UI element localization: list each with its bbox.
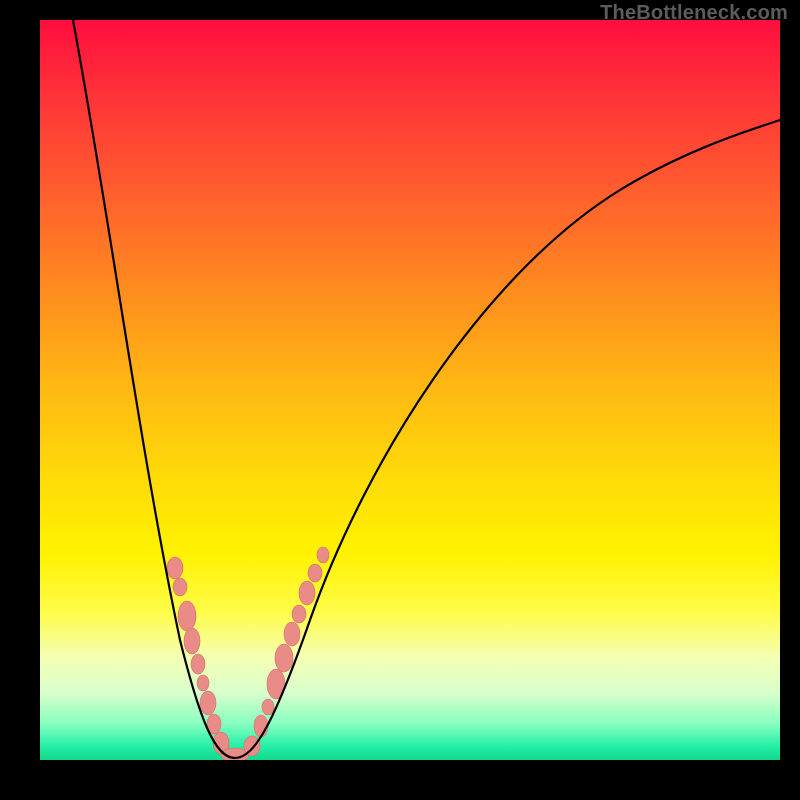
marker-bead <box>284 622 300 646</box>
marker-bead <box>308 564 322 582</box>
watermark-text: TheBottleneck.com <box>600 2 788 25</box>
marker-bead <box>191 654 205 674</box>
marker-bead <box>317 547 329 563</box>
marker-bead <box>173 578 187 596</box>
bottleneck-curve <box>73 20 780 758</box>
marker-bead <box>275 644 293 672</box>
marker-bead <box>178 601 196 631</box>
marker-bead <box>292 605 306 623</box>
marker-bead <box>299 581 315 605</box>
marker-bead <box>197 675 209 691</box>
chart-svg <box>40 20 780 760</box>
marker-bead <box>262 699 274 715</box>
marker-bead <box>184 628 200 654</box>
marker-bead <box>167 557 183 579</box>
marker-bead <box>200 691 216 715</box>
chart-plot-area <box>40 20 780 760</box>
marker-beads-group <box>167 547 329 760</box>
